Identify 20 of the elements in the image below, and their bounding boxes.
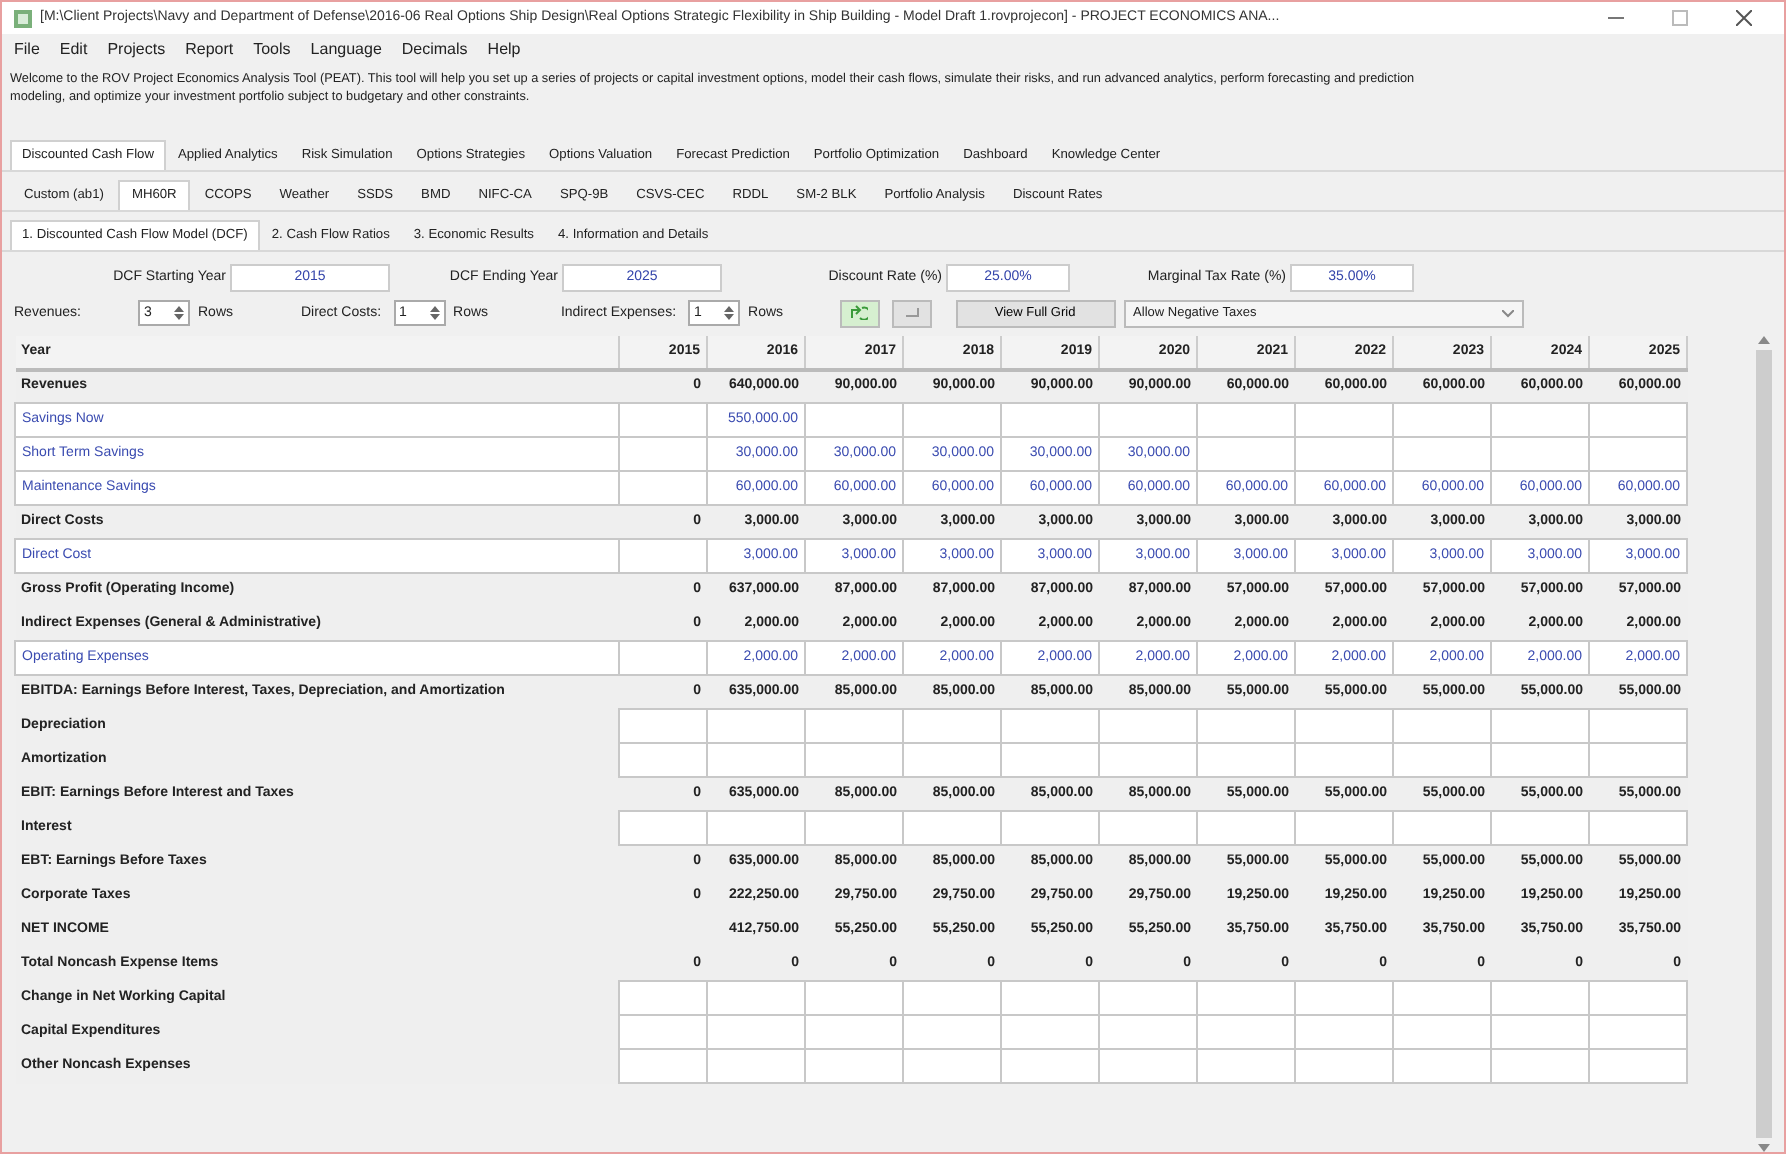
maximize-icon	[1672, 9, 1688, 26]
menu-item[interactable]: Tools	[253, 38, 291, 62]
menu-item[interactable]: Help	[487, 38, 521, 62]
undo-button[interactable]	[891, 299, 932, 328]
menu-item[interactable]: Report	[185, 38, 234, 62]
refresh-icon	[850, 304, 869, 321]
app-icon	[14, 9, 32, 27]
menu-item[interactable]: Edit	[59, 38, 88, 62]
spinner-arrows-icon[interactable]	[724, 304, 735, 323]
menu-item[interactable]: Projects	[107, 38, 166, 62]
menu-item[interactable]: Language	[310, 38, 382, 62]
spinner-arrows-icon[interactable]	[174, 304, 184, 323]
menu-item[interactable]: File	[14, 38, 40, 62]
scroll-up-icon[interactable]	[1758, 335, 1770, 344]
menu-item[interactable]: Decimals	[401, 38, 468, 62]
spinner-arrows-icon[interactable]	[429, 304, 440, 323]
close-icon	[1736, 9, 1752, 26]
refresh-button[interactable]	[839, 299, 880, 328]
scroll-down-icon[interactable]	[1758, 1144, 1770, 1152]
scrollbar[interactable]	[1752, 335, 1776, 1152]
